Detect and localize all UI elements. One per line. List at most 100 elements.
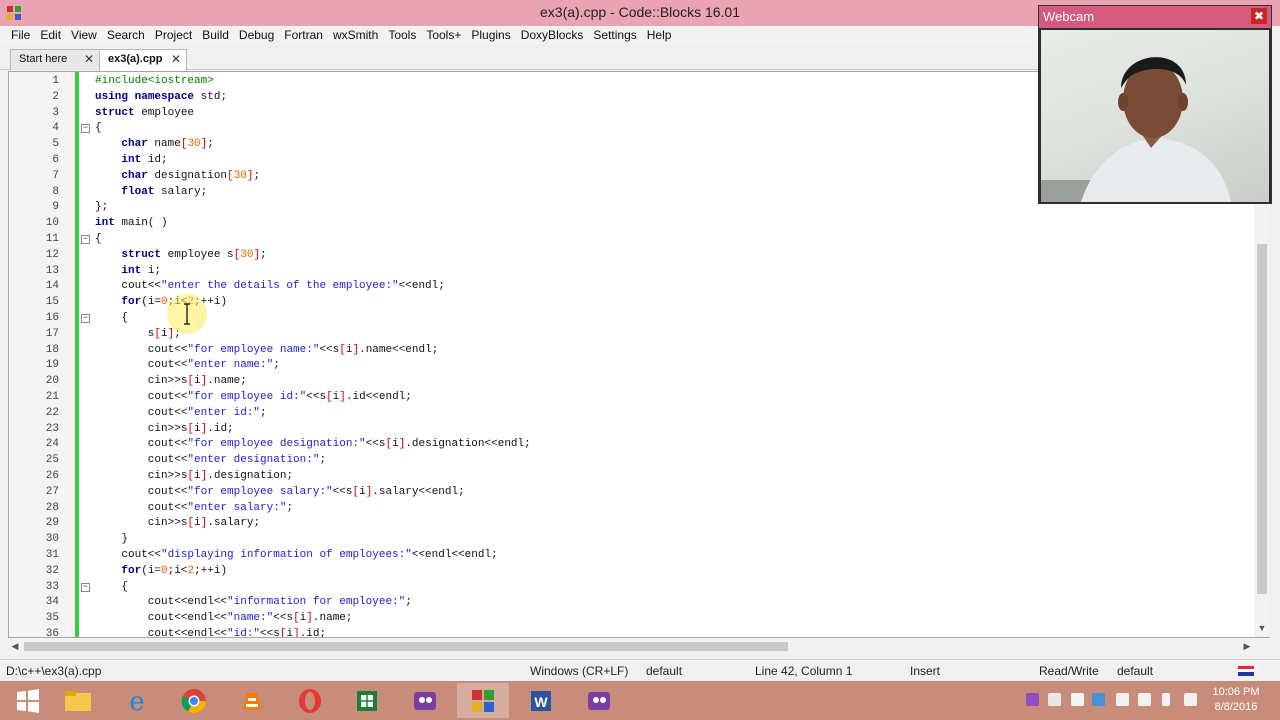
menu-doxyblocks[interactable]: DoxyBlocks bbox=[516, 26, 589, 44]
tab-label: ex3(a).cpp bbox=[108, 53, 163, 65]
taskbar-vlc[interactable] bbox=[226, 683, 278, 718]
person-video-image bbox=[1041, 57, 1231, 202]
menu-build[interactable]: Build bbox=[197, 26, 234, 44]
scroll-right-arrow-icon[interactable]: ▶ bbox=[1240, 638, 1254, 654]
code-line[interactable]: 32 for(i=0;i<2;++i) bbox=[9, 564, 1249, 580]
code-line[interactable]: 18 cout<<"for employee name:"<<s[i].name… bbox=[9, 343, 1249, 359]
taskbar-file-explorer[interactable] bbox=[52, 683, 104, 718]
line-code-text: { bbox=[95, 122, 102, 135]
line-number: 35 bbox=[45, 612, 59, 625]
tray-battery-icon[interactable] bbox=[1162, 693, 1170, 706]
code-line[interactable]: 24 cout<<"for employee designation:"<<s[… bbox=[9, 437, 1249, 453]
menu-tools[interactable]: Tools bbox=[383, 26, 421, 44]
tab-close-icon[interactable]: ✕ bbox=[171, 50, 181, 69]
fold-toggle-icon[interactable]: − bbox=[81, 234, 90, 244]
line-code-text: for(i=0;i<2;++i) bbox=[121, 296, 228, 309]
system-clock[interactable]: 10:06 PM 8/8/2016 bbox=[1206, 685, 1266, 715]
line-number: 5 bbox=[52, 138, 59, 151]
code-line[interactable]: 28 cout<<"enter salary:"; bbox=[9, 501, 1249, 517]
taskbar-excel[interactable] bbox=[341, 683, 393, 718]
tab-start-here[interactable]: Start here ✕ bbox=[10, 49, 100, 70]
code-line[interactable]: 21 cout<<"for employee id:"<<s[i].id<<en… bbox=[9, 390, 1249, 406]
code-line[interactable]: 30 } bbox=[9, 532, 1249, 548]
code-line[interactable]: 36 cout<<endl<<"id:"<<s[i].id; bbox=[9, 627, 1249, 638]
code-line[interactable]: 35 cout<<endl<<"name:"<<s[i].name; bbox=[9, 611, 1249, 627]
code-line[interactable]: 13 int i; bbox=[9, 264, 1249, 280]
code-line[interactable]: 12 struct employee s[30]; bbox=[9, 248, 1249, 264]
menu-plugins[interactable]: Plugins bbox=[466, 26, 515, 44]
line-number: 24 bbox=[45, 438, 59, 451]
menu-view[interactable]: View bbox=[66, 26, 102, 44]
code-line[interactable]: 23 cin>>s[i].id; bbox=[9, 422, 1249, 438]
menu-debug[interactable]: Debug bbox=[234, 26, 279, 44]
tray-signal-icon[interactable] bbox=[1184, 693, 1197, 706]
line-number: 25 bbox=[45, 454, 59, 467]
tray-volume-icon[interactable] bbox=[1071, 693, 1084, 706]
line-number: 17 bbox=[45, 327, 59, 340]
fold-toggle-icon[interactable]: − bbox=[81, 124, 90, 134]
menu-search[interactable]: Search bbox=[102, 26, 150, 44]
tray-flag-icon[interactable] bbox=[1048, 693, 1061, 706]
webcam-close-icon[interactable]: ✖ bbox=[1251, 8, 1267, 24]
code-line[interactable]: 26 cin>>s[i].designation; bbox=[9, 469, 1249, 485]
tray-usb-icon[interactable] bbox=[1138, 693, 1151, 706]
taskbar-screen-recorder[interactable] bbox=[399, 683, 451, 718]
fold-toggle-icon[interactable]: − bbox=[81, 313, 90, 323]
vertical-scroll-thumb[interactable] bbox=[1257, 244, 1267, 594]
line-number: 32 bbox=[45, 564, 59, 577]
status-encoding: default bbox=[646, 664, 683, 678]
svg-text:e: e bbox=[129, 687, 144, 716]
status-bar: D:\c++\ex3(a).cpp Windows (CR+LF) defaul… bbox=[0, 659, 1280, 681]
code-line[interactable]: 31 cout<<"displaying information of empl… bbox=[9, 548, 1249, 564]
menu-help[interactable]: Help bbox=[642, 26, 677, 44]
line-code-text: cout<<"enter designation:"; bbox=[95, 454, 327, 467]
scroll-down-arrow-icon[interactable]: ▼ bbox=[1254, 623, 1270, 637]
menu-file[interactable]: File bbox=[6, 26, 35, 44]
taskbar-opera[interactable] bbox=[284, 683, 336, 718]
line-number: 1 bbox=[52, 75, 59, 87]
status-cursor-position: Line 42, Column 1 bbox=[755, 664, 853, 678]
tray-recorder-icon[interactable] bbox=[1026, 693, 1039, 706]
code-line[interactable]: 11 −{ bbox=[9, 232, 1249, 248]
line-number: 14 bbox=[45, 280, 59, 293]
tab-close-icon[interactable]: ✕ bbox=[84, 50, 94, 69]
tray-network-icon[interactable] bbox=[1116, 693, 1129, 706]
code-line[interactable]: 22 cout<<"enter id:"; bbox=[9, 406, 1249, 422]
code-line[interactable]: 27 cout<<"for employee salary:"<<s[i].sa… bbox=[9, 485, 1249, 501]
taskbar-chrome[interactable] bbox=[168, 683, 220, 718]
code-line[interactable]: 29 cin>>s[i].salary; bbox=[9, 516, 1249, 532]
line-number: 36 bbox=[45, 627, 59, 638]
taskbar-screen-recorder-2[interactable] bbox=[573, 683, 625, 718]
line-code-text: float salary; bbox=[121, 185, 208, 198]
code-line[interactable]: 19 cout<<"enter name:"; bbox=[9, 358, 1249, 374]
tray-bluetooth-icon[interactable] bbox=[1092, 693, 1105, 706]
code-line[interactable]: 33 − { bbox=[9, 580, 1249, 596]
code-line[interactable]: 25 cout<<"enter designation:"; bbox=[9, 453, 1249, 469]
menu-wxsmith[interactable]: wxSmith bbox=[328, 26, 383, 44]
horizontal-scroll-thumb[interactable] bbox=[24, 642, 788, 651]
line-code-text: cout<<endl<<"name:"<<s[i].name; bbox=[95, 612, 353, 625]
svg-text:W: W bbox=[534, 694, 548, 710]
menu-fortran[interactable]: Fortran bbox=[279, 26, 328, 44]
tab-ex3a-cpp[interactable]: ex3(a).cpp ✕ bbox=[99, 49, 187, 71]
mouse-cursor-highlight bbox=[167, 294, 207, 334]
start-button[interactable] bbox=[2, 683, 54, 718]
line-number: 21 bbox=[45, 390, 59, 403]
code-line[interactable]: 14 cout<<"enter the details of the emplo… bbox=[9, 279, 1249, 295]
code-line[interactable]: 10 int main( ) bbox=[9, 216, 1249, 232]
code-line[interactable]: 34 cout<<endl<<"information for employee… bbox=[9, 595, 1249, 611]
windows-logo-icon bbox=[17, 688, 39, 713]
menu-tools-plus[interactable]: Tools+ bbox=[421, 26, 466, 44]
scroll-left-arrow-icon[interactable]: ◀ bbox=[8, 638, 22, 654]
horizontal-scrollbar[interactable]: ◀ ▶ bbox=[8, 638, 1254, 654]
menu-edit[interactable]: Edit bbox=[35, 26, 66, 44]
taskbar-word[interactable]: W bbox=[515, 683, 567, 718]
fold-toggle-icon[interactable]: − bbox=[81, 582, 90, 592]
line-number: 12 bbox=[45, 248, 59, 261]
taskbar-codeblocks[interactable] bbox=[457, 683, 509, 718]
code-line[interactable]: 20 cin>>s[i].name; bbox=[9, 374, 1249, 390]
webcam-window[interactable]: Webcam ✖ bbox=[1038, 5, 1272, 204]
taskbar-internet-explorer[interactable]: e bbox=[111, 683, 163, 718]
menu-settings[interactable]: Settings bbox=[588, 26, 641, 44]
menu-project[interactable]: Project bbox=[150, 26, 197, 44]
